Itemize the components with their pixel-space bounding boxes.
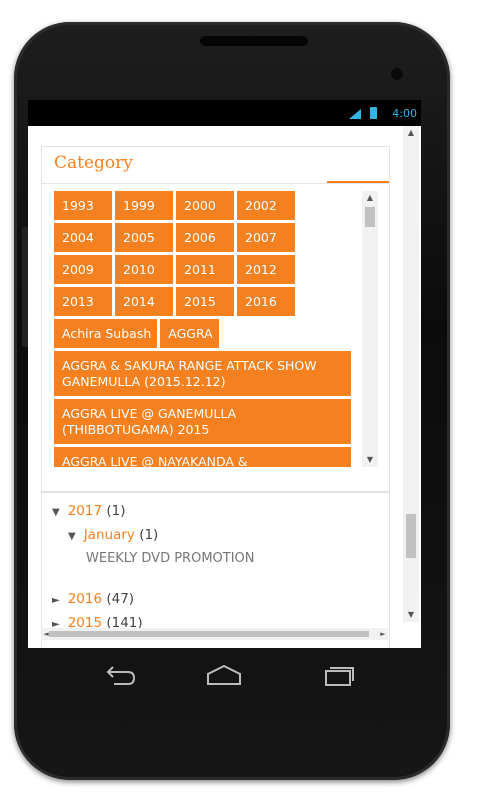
divider	[42, 183, 389, 184]
archive-post-link[interactable]: WEEKLY DVD PROMOTION	[86, 551, 255, 566]
expanded-triangle-icon[interactable]: ▼	[52, 507, 60, 518]
label-link[interactable]: 2016	[237, 287, 295, 316]
back-icon[interactable]	[100, 662, 140, 688]
label-link[interactable]: 2007	[237, 223, 295, 252]
scroll-thumb[interactable]	[406, 514, 416, 558]
label-link[interactable]: 1993	[54, 191, 112, 220]
navigation-bar	[28, 652, 421, 698]
scroll-up-icon[interactable]: ▲	[362, 191, 378, 205]
archive-count: (1)	[106, 503, 126, 519]
label-link[interactable]: 2014	[115, 287, 173, 316]
archive-widget: ▼ 2017 (1) ▼ January (1) WEEKLY DVD PROMOT…	[41, 492, 390, 648]
archive-year-row[interactable]: ► 2016 (47)	[52, 591, 134, 607]
status-time: 4:00	[392, 107, 417, 120]
archive-year-row[interactable]: ▼ 2017 (1)	[52, 503, 125, 519]
archive-month-row[interactable]: ▼ January (1)	[68, 527, 158, 543]
label-link[interactable]: AGGRA & SAKURA RANGE ATTACK SHOW GANEMUL…	[54, 351, 351, 396]
label-link[interactable]: 2006	[176, 223, 234, 252]
web-content[interactable]: Category 1993 1999 2000 2002 2004 2005 2…	[28, 126, 421, 648]
archive-year-link[interactable]: 2017	[68, 503, 102, 519]
scroll-up-icon[interactable]: ▲	[403, 126, 419, 140]
label-link[interactable]: 2012	[237, 255, 295, 284]
label-link[interactable]: 2015	[176, 287, 234, 316]
expanded-triangle-icon[interactable]: ▼	[68, 531, 76, 542]
scroll-down-icon[interactable]: ▼	[403, 608, 419, 622]
label-link[interactable]: AGGRA	[160, 319, 219, 348]
scroll-down-icon[interactable]: ▼	[362, 453, 378, 467]
home-icon[interactable]	[204, 662, 244, 688]
earpiece	[200, 36, 308, 46]
label-link[interactable]: 2013	[54, 287, 112, 316]
label-link[interactable]: 1999	[115, 191, 173, 220]
front-camera	[391, 68, 403, 80]
title-underline	[327, 181, 389, 183]
label-link[interactable]: Achira Subash	[54, 319, 158, 348]
label-link[interactable]: 2011	[176, 255, 234, 284]
label-link[interactable]: 2004	[54, 223, 112, 252]
signal-icon	[349, 109, 361, 119]
scroll-right-icon[interactable]: ►	[378, 628, 388, 640]
label-link[interactable]: 2009	[54, 255, 112, 284]
archive-count: (1)	[139, 527, 159, 543]
collapsed-triangle-icon[interactable]: ►	[52, 595, 60, 606]
scroll-thumb[interactable]	[49, 631, 369, 637]
label-link[interactable]: AGGRA LIVE @ GANEMULLA (THIBBOTUGAMA) 20…	[54, 399, 351, 444]
labels-scrollbar[interactable]: ▲ ▼	[362, 191, 378, 467]
label-link[interactable]: 2000	[176, 191, 234, 220]
archive-count: (47)	[106, 591, 135, 607]
category-title: Category	[54, 153, 133, 173]
phone-screen: 4:00 Category 1993 1999 2000 2002 2004 2…	[28, 100, 421, 648]
label-link[interactable]: 2002	[237, 191, 295, 220]
label-link[interactable]: 2005	[115, 223, 173, 252]
labels-list[interactable]: 1993 1999 2000 2002 2004 2005 2006 2007 …	[54, 191, 354, 467]
recent-apps-icon[interactable]	[318, 662, 358, 688]
archive-month-link[interactable]: January	[84, 527, 135, 543]
archive-year-link[interactable]: 2016	[68, 591, 102, 607]
page-scrollbar[interactable]: ▲ ▼	[403, 126, 419, 622]
battery-icon	[370, 107, 377, 119]
category-widget: Category 1993 1999 2000 2002 2004 2005 2…	[41, 146, 390, 492]
status-bar: 4:00	[28, 100, 421, 126]
scroll-thumb[interactable]	[365, 207, 375, 227]
horizontal-scrollbar[interactable]: ◄ ►	[41, 628, 388, 640]
label-link[interactable]: AGGRA LIVE @ NAYAKANDA &	[54, 447, 351, 467]
label-link[interactable]: 2010	[115, 255, 173, 284]
